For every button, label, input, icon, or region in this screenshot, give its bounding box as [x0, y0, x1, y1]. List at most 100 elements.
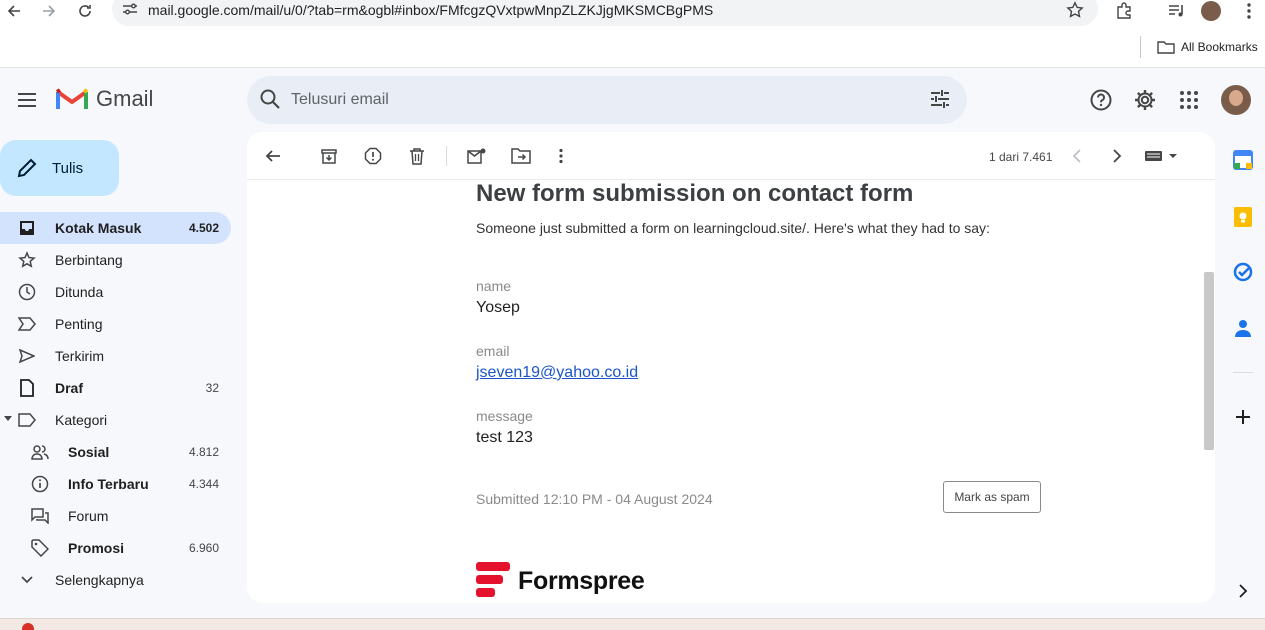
- sidebar-item-label: Promosi: [68, 540, 125, 556]
- sidebar-item-inbox[interactable]: Kotak Masuk 4.502: [0, 212, 231, 244]
- promotions-count: 6.960: [188, 541, 219, 555]
- mark-unread-icon[interactable]: [465, 145, 489, 167]
- field-value-email-link[interactable]: jseven19@yahoo.co.id: [476, 364, 638, 382]
- unread-count: 4.502: [188, 221, 219, 235]
- search-bar[interactable]: Telusuri email: [247, 76, 967, 124]
- toolbar-divider: [446, 146, 447, 166]
- url-text[interactable]: mail.google.com/mail/u/0/?tab=rm&ogbl#in…: [148, 2, 713, 18]
- app-name: Gmail: [96, 86, 154, 111]
- tasks-icon[interactable]: [1231, 260, 1255, 284]
- address-bar[interactable]: mail.google.com/mail/u/0/?tab=rm&ogbl#in…: [112, 0, 1098, 26]
- chevron-down-icon: [17, 571, 37, 589]
- sidebar-item-more[interactable]: Selengkapnya: [0, 564, 231, 596]
- sidebar-item-important[interactable]: Penting: [0, 308, 231, 340]
- report-spam-icon[interactable]: [361, 145, 385, 167]
- field-label-name: name: [476, 278, 512, 294]
- info-icon: [30, 475, 50, 493]
- formspree-mark-icon: [476, 562, 510, 597]
- taskbar-strip: [0, 618, 1265, 630]
- input-tools-keyboard-icon[interactable]: [1145, 145, 1179, 167]
- expand-panel-chevron-icon[interactable]: [1231, 579, 1255, 603]
- help-icon[interactable]: [1087, 86, 1115, 114]
- browser-menu-icon[interactable]: [1237, 0, 1261, 22]
- field-value-message: test 123: [476, 429, 533, 446]
- sidebar-item-label: Terkirim: [55, 348, 104, 364]
- sidebar-item-label: Berbintang: [55, 252, 123, 268]
- field-label-message: message: [476, 408, 533, 424]
- search-icon[interactable]: [259, 88, 281, 115]
- sidebar-item-starred[interactable]: Berbintang: [0, 244, 231, 276]
- search-options-icon[interactable]: [929, 88, 951, 115]
- sidebar-item-forums[interactable]: Forum: [0, 500, 231, 532]
- account-avatar[interactable]: [1221, 85, 1251, 115]
- delete-trash-icon[interactable]: [405, 145, 429, 167]
- add-addon-plus-icon[interactable]: [1231, 405, 1255, 429]
- draft-count: 32: [205, 381, 219, 395]
- settings-gear-icon[interactable]: [1131, 86, 1159, 114]
- back-arrow-icon[interactable]: [2, 0, 26, 22]
- all-bookmarks[interactable]: All Bookmarks: [1140, 36, 1258, 58]
- taskbar-app-icon[interactable]: [22, 623, 34, 630]
- email-intro: Someone just submitted a form on learnin…: [476, 220, 990, 236]
- contacts-icon[interactable]: [1231, 316, 1255, 340]
- draft-icon: [17, 379, 37, 397]
- browser-toolbar: mail.google.com/mail/u/0/?tab=rm&ogbl#in…: [0, 0, 1265, 68]
- sidebar-item-label: Forum: [68, 508, 109, 524]
- bookmark-star-icon[interactable]: [1066, 1, 1084, 24]
- clock-icon: [17, 283, 37, 301]
- label-icon: [17, 411, 37, 429]
- newer-chevron-left-icon[interactable]: [1065, 145, 1089, 167]
- field-value-name: Yosep: [476, 299, 520, 316]
- calendar-icon[interactable]: [1231, 148, 1255, 172]
- sidebar-item-label: Ditunda: [55, 284, 104, 300]
- sidebar-item-label: Sosial: [68, 444, 110, 460]
- apps-grid-icon[interactable]: [1175, 86, 1203, 114]
- compose-button[interactable]: Tulis: [0, 140, 119, 196]
- mark-as-spam-button[interactable]: Mark as spam: [943, 481, 1041, 513]
- rail-divider: [1233, 372, 1253, 373]
- archive-icon[interactable]: [317, 145, 341, 167]
- submitted-timestamp: Submitted 12:10 PM - 04 August 2024: [476, 491, 713, 507]
- back-to-inbox-icon[interactable]: [261, 145, 285, 167]
- profile-avatar-icon[interactable]: [1199, 0, 1223, 22]
- email-title: New form submission on contact form: [476, 180, 914, 207]
- sidebar-item-snoozed[interactable]: Ditunda: [0, 276, 231, 308]
- gmail-logo[interactable]: Gmail: [56, 86, 153, 112]
- move-to-folder-icon[interactable]: [509, 145, 533, 167]
- forum-icon: [30, 507, 50, 525]
- message-view: 1 dari 7.461 New form submission on cont…: [247, 132, 1215, 603]
- extensions-icon[interactable]: [1112, 0, 1136, 22]
- site-settings-icon[interactable]: [122, 2, 138, 21]
- send-icon: [17, 347, 37, 365]
- sidebar-item-promotions[interactable]: Promosi 6.960: [0, 532, 231, 564]
- sidebar-item-drafts[interactable]: Draf 32: [0, 372, 231, 404]
- forward-arrow-icon[interactable]: [37, 0, 61, 22]
- media-control-icon[interactable]: [1165, 0, 1189, 22]
- formspree-logo[interactable]: Formspree: [476, 562, 645, 600]
- expand-caret-icon[interactable]: [4, 416, 12, 421]
- search-input[interactable]: Telusuri email: [291, 91, 389, 109]
- gmail-m-icon: [56, 88, 88, 109]
- social-count: 4.812: [188, 445, 219, 459]
- compose-label: Tulis: [52, 159, 84, 177]
- sidebar-item-categories[interactable]: Kategori: [0, 404, 231, 436]
- sidebar-nav: Kotak Masuk 4.502 Berbintang Ditunda Pen…: [0, 212, 231, 596]
- pagination-text: 1 dari 7.461: [989, 150, 1053, 164]
- scrollbar-thumb[interactable]: [1204, 272, 1214, 450]
- keep-notes-icon[interactable]: [1231, 205, 1255, 229]
- updates-count: 4.344: [188, 477, 219, 491]
- important-icon: [17, 315, 37, 333]
- sidebar-item-label: Penting: [55, 316, 103, 332]
- main-menu-icon[interactable]: [12, 86, 42, 114]
- sidebar-item-sent[interactable]: Terkirim: [0, 340, 231, 372]
- brand-name: Formspree: [518, 566, 645, 595]
- sidebar-item-label: Kotak Masuk: [55, 220, 142, 236]
- more-options-icon[interactable]: [549, 145, 573, 167]
- sidebar-item-label: Selengkapnya: [55, 572, 144, 588]
- sidebar-item-social[interactable]: Sosial 4.812: [0, 436, 231, 468]
- sidebar-item-updates[interactable]: Info Terbaru 4.344: [0, 468, 231, 500]
- sidebar-item-label: Info Terbaru: [68, 476, 149, 492]
- all-bookmarks-label: All Bookmarks: [1181, 40, 1258, 54]
- older-chevron-right-icon[interactable]: [1105, 145, 1129, 167]
- reload-icon[interactable]: [73, 0, 97, 22]
